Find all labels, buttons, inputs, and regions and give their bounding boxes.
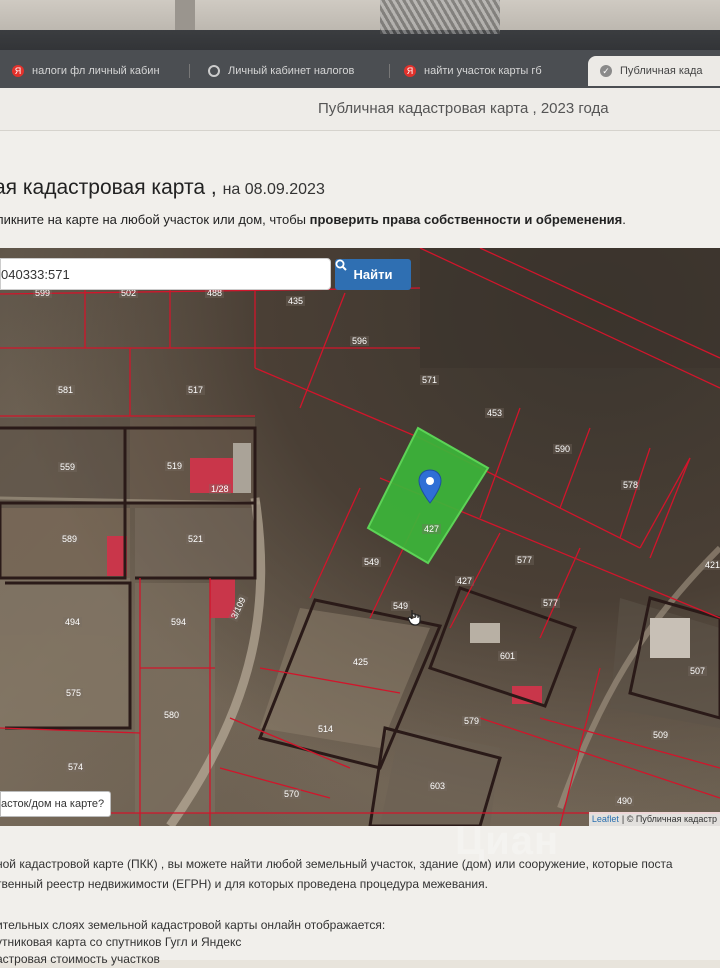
page-content: ая кадастровая карта , на 08.09.2023 лик… — [0, 131, 720, 966]
tab-separator — [389, 64, 390, 78]
page-title: Публичная кадастровая карта , 2023 года — [318, 100, 609, 117]
parcel-label[interactable]: 579 — [462, 716, 482, 726]
tab-label: найти участок карты гб — [424, 65, 542, 77]
lead-end: . — [622, 212, 626, 227]
parcel-label[interactable]: 594 — [169, 617, 189, 627]
heading-title: ая кадастровая карта — [0, 176, 206, 199]
page-title-bar: Публичная кадастровая карта , 2023 года — [0, 88, 720, 131]
parcel-label[interactable]: 603 — [428, 781, 448, 791]
browser-tab-strip: Я налоги фл личный кабин Личный кабинет … — [0, 50, 720, 88]
layers-list: ительных слоях земельной кадастровой кар… — [0, 917, 385, 968]
parcel-label[interactable]: 559 — [58, 462, 78, 472]
glare — [175, 0, 195, 30]
parcel-label[interactable]: 490 — [615, 796, 635, 806]
heading-date: на 08.09.2023 — [222, 181, 325, 198]
parcel-label[interactable]: 421 — [703, 560, 720, 570]
parcel-label[interactable]: 521 — [186, 534, 206, 544]
parcel-label[interactable]: 577 — [515, 555, 535, 565]
leaflet-link[interactable]: Leaflet — [592, 814, 619, 824]
description-line: твенный реестр недвижимости (ЕГРН) и для… — [0, 877, 488, 891]
tab-label: Личный кабинет налогов — [228, 65, 355, 77]
map-pin-icon[interactable] — [417, 469, 443, 505]
tab-separator — [189, 64, 190, 78]
lead-text: ликните на карте на любой участок или до… — [0, 212, 626, 227]
parcel-overlay — [0, 248, 720, 826]
cadastral-map[interactable]: 599 502 488 435 596 571 581 517 453 590 … — [0, 248, 720, 826]
parcel-label[interactable]: 601 — [498, 651, 518, 661]
parcel-label[interactable]: 517 — [186, 385, 206, 395]
parcel-label[interactable]: 578 — [621, 480, 641, 490]
heading-comma: , — [210, 176, 217, 199]
find-button-label: Найти — [353, 267, 393, 282]
parcel-label[interactable]: 549 — [362, 557, 382, 567]
cadastral-number-input[interactable] — [1, 259, 321, 289]
layers-intro: ительных слоях земельной кадастровой кар… — [0, 918, 386, 932]
parcel-label[interactable]: 590 — [553, 444, 573, 454]
tab-label: Публичная када — [620, 65, 703, 77]
map-attribution: Leaflet | © Публичная кадастр — [588, 812, 720, 826]
parcel-label[interactable]: 427 — [455, 576, 475, 586]
parcel-label[interactable]: 494 — [63, 617, 83, 627]
tab-public-cadastral-map[interactable]: ✓ Публичная када — [588, 56, 720, 86]
check-icon: ✓ — [600, 65, 612, 77]
description-paragraph: ной кадастровой карте (ПКК) , вы можете … — [0, 854, 673, 894]
parcel-label[interactable]: 580 — [162, 710, 182, 720]
yandex-icon: Я — [404, 65, 416, 77]
parcel-label[interactable]: 589 — [60, 534, 80, 544]
tab-taxes[interactable]: Я налоги фл личный кабин — [0, 56, 190, 86]
parcel-label[interactable]: 453 — [485, 408, 505, 418]
parcel-label[interactable]: 509 — [651, 730, 671, 740]
parcel-label[interactable]: 581 — [56, 385, 76, 395]
tab-label: налоги фл личный кабин — [32, 65, 160, 77]
parcel-label[interactable]: 514 — [316, 724, 336, 734]
attribution-text: | © Публичная кадастр — [621, 814, 717, 824]
find-parcel-hint-button[interactable]: асток/дом на карте? — [0, 791, 112, 817]
lead-bold: проверить права собственности и обремене… — [309, 212, 623, 227]
parcel-label[interactable]: 570 — [282, 789, 302, 799]
parcel-label[interactable]: 577 — [541, 598, 561, 608]
glare — [380, 0, 500, 34]
tab-personal-cabinet[interactable]: Личный кабинет налогов — [196, 56, 390, 86]
description-line: ной кадастровой карте (ПКК) , вы можете … — [0, 857, 673, 871]
selected-parcel-label[interactable]: 571 — [420, 375, 440, 385]
find-button[interactable]: Найти — [335, 259, 411, 290]
search-icon — [335, 259, 347, 271]
layers-item: утниковая карта со спутников Гугл и Янде… — [0, 935, 242, 949]
parcel-label[interactable]: 427 — [422, 524, 442, 534]
hint-label: асток/дом на карте? — [1, 798, 105, 810]
cadastral-search-box — [0, 258, 331, 290]
parcel-label[interactable]: 519 — [165, 461, 185, 471]
parcel-label[interactable]: 575 — [64, 688, 84, 698]
tab-find-parcel[interactable]: Я найти участок карты гб — [392, 56, 586, 86]
parcel-label[interactable]: 574 — [66, 762, 86, 772]
parcel-label[interactable]: 1/28 — [209, 484, 231, 494]
parcel-label[interactable]: 507 — [688, 666, 708, 676]
main-heading: ая кадастровая карта , на 08.09.2023 — [0, 176, 325, 200]
parcel-label[interactable]: 435 — [286, 296, 306, 306]
lead-plain: ликните на карте на любой участок или до… — [0, 212, 310, 227]
parcel-label[interactable]: 425 — [351, 657, 371, 667]
parcel-label[interactable]: 596 — [350, 336, 370, 346]
hand-cursor-icon — [407, 610, 421, 626]
globe-icon — [208, 65, 220, 77]
yandex-icon: Я — [12, 65, 24, 77]
